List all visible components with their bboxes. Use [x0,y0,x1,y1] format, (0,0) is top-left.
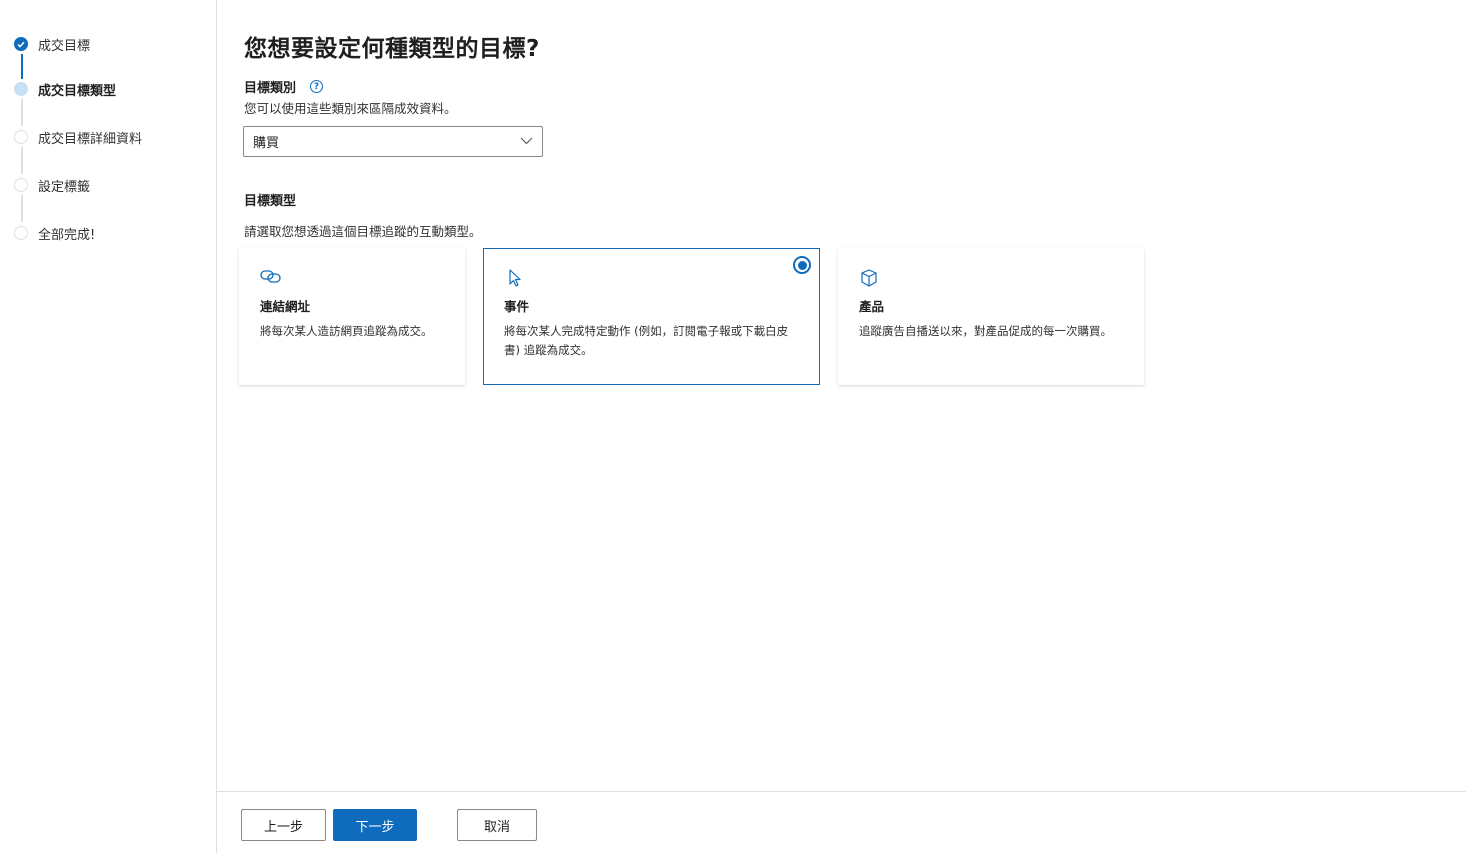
card-title: 事件 [504,299,530,314]
step-connector [21,195,23,222]
card-title: 連結網址 [260,299,311,314]
goal-type-label: 目標類型 [244,194,297,209]
main-content: 您想要設定何種類型的目標? 目標類別 ? 您可以使用這些類別來區隔成效資料。 購… [217,0,1466,790]
goal-category-dropdown[interactable]: 購買 [243,126,543,157]
link-icon [260,268,282,288]
wizard-step-label: 成交目標類型 [38,83,117,99]
selected-radio-icon[interactable] [793,256,811,274]
goal-category-selected-value: 購買 [253,136,280,151]
page-title: 您想要設定何種類型的目標? [244,36,540,62]
goal-type-card-url[interactable]: 連結網址 將每次某人造訪網頁追蹤為成交。 [239,248,465,385]
card-description: 將每次某人造訪網頁追蹤為成交。 [260,324,433,338]
radio-dot [797,260,807,270]
wizard-step-conversion-goal[interactable]: 成交目標 [14,34,90,54]
wizard-step-all-done: 全部完成! [14,223,95,243]
wizard-step-set-tag: 設定標籤 [14,175,90,195]
goal-category-description: 您可以使用這些類別來區隔成效資料。 [244,101,457,116]
goal-category-label-row: 目標類別 ? [244,77,324,96]
cursor-icon [504,268,526,288]
wizard-step-label: 全部完成! [38,227,96,243]
cancel-button[interactable]: 取消 [457,809,537,841]
wizard-step-label: 設定標籤 [38,179,91,195]
card-title: 產品 [859,299,885,314]
pending-step-dot-icon [14,130,28,144]
wizard-sidebar: 成交目標 成交目標類型 成交目標詳細資料 設定標籤 全部完成! [0,0,217,853]
box-icon [859,268,881,288]
goal-type-card-product[interactable]: 產品 追蹤廣告自播送以來，對產品促成的每一次購買。 [838,248,1144,385]
question-circle-icon[interactable]: ? [310,80,324,93]
step-connector [21,54,23,79]
wizard-footer: 上一步 下一步 取消 [217,791,1466,854]
checkmark-icon [14,37,28,51]
step-connector [21,99,23,126]
goal-type-description: 請選取您想透過這個目標追蹤的互動類型。 [244,224,482,239]
goal-type-card-event[interactable]: 事件 將每次某人完成特定動作 (例如，訂閱電子報或下載白皮書) 追蹤為成交。 [483,248,820,385]
card-description: 追蹤廣告自播送以來，對產品促成的每一次購買。 [859,324,1112,338]
pending-step-dot-icon [14,178,28,192]
wizard-step-goal-type[interactable]: 成交目標類型 [14,79,116,99]
chevron-down-icon [520,134,533,149]
current-step-dot-icon [14,82,28,96]
step-connector [21,147,23,174]
goal-category-label: 目標類別 [244,81,297,96]
wizard-step-goal-details: 成交目標詳細資料 [14,127,142,147]
pending-step-dot-icon [14,226,28,240]
next-button[interactable]: 下一步 [333,809,417,841]
wizard-step-label: 成交目標詳細資料 [38,131,143,147]
card-description: 將每次某人完成特定動作 (例如，訂閱電子報或下載白皮書) 追蹤為成交。 [504,324,789,357]
wizard-step-label: 成交目標 [38,38,91,54]
back-button[interactable]: 上一步 [241,809,326,841]
